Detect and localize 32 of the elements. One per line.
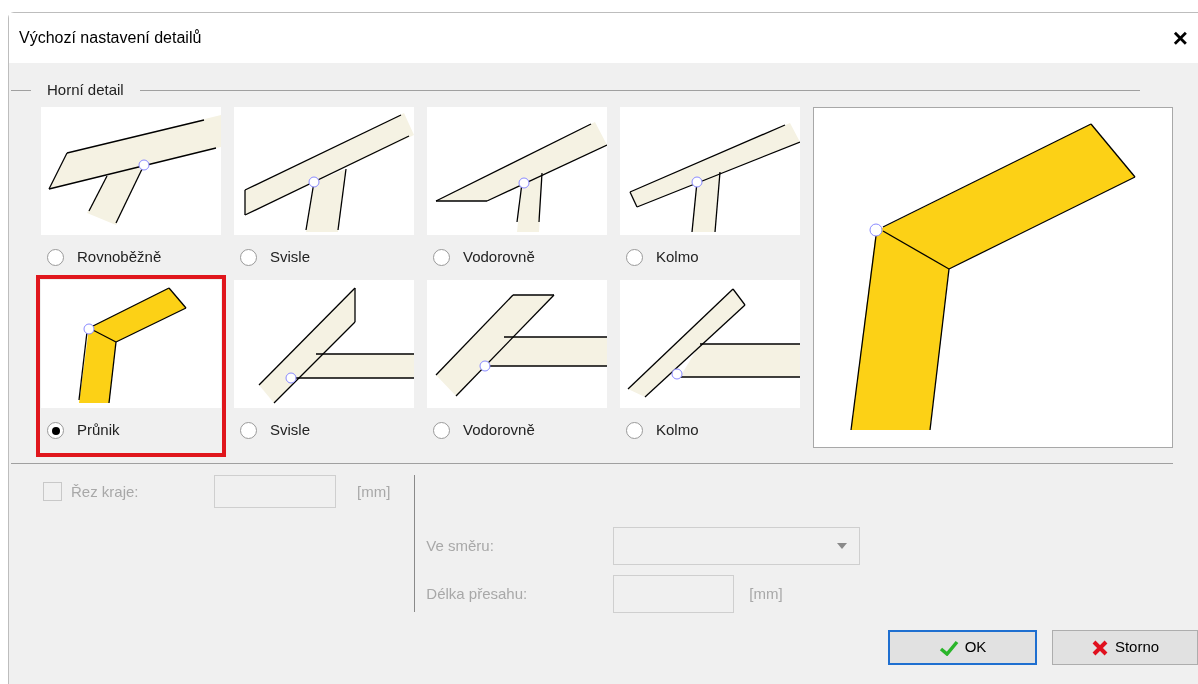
overhang-label: Délka přesahu: (426, 583, 529, 604)
dropdown-arrow-icon (837, 543, 848, 549)
ok-button[interactable]: OK (888, 630, 1037, 665)
close-button[interactable]: × (1168, 25, 1192, 51)
radio-button[interactable] (47, 249, 64, 266)
radio-option[interactable]: Vodorovně (427, 408, 607, 453)
cancel-button[interactable]: Storno (1052, 630, 1198, 665)
overhang-field[interactable] (613, 575, 735, 613)
radio-button[interactable] (47, 422, 64, 439)
group-title: Horní detail (46, 79, 125, 100)
checkbox-label: Řez kraje: (71, 482, 140, 502)
edge-cut-field[interactable] (214, 475, 336, 508)
window-title: Výchozí nastavení detailů (19, 28, 202, 48)
radio-button[interactable] (433, 422, 450, 439)
radio-option[interactable]: Svisle (234, 408, 414, 453)
direction-label: Ve směru: (426, 535, 495, 556)
radio-option[interactable]: Kolmo (620, 408, 800, 453)
radio-button[interactable] (240, 422, 257, 439)
radio-button[interactable] (433, 249, 450, 266)
radio-option[interactable]: Vodorovně (427, 235, 607, 280)
radio-option[interactable]: Svisle (234, 235, 414, 280)
unit-label: [mm] (357, 482, 391, 502)
direction-dropdown[interactable] (613, 527, 861, 565)
radio-option[interactable]: Průnik (41, 408, 221, 453)
radio-button[interactable] (626, 422, 643, 439)
radio-option[interactable]: Kolmo (620, 235, 800, 280)
radio-button[interactable] (240, 249, 257, 266)
unit-label: [mm] (749, 583, 783, 604)
checkmark-icon (938, 639, 959, 656)
close-icon (1090, 638, 1109, 657)
radio-option[interactable]: Rovnoběžně (41, 235, 221, 280)
radio-button[interactable] (626, 249, 643, 266)
